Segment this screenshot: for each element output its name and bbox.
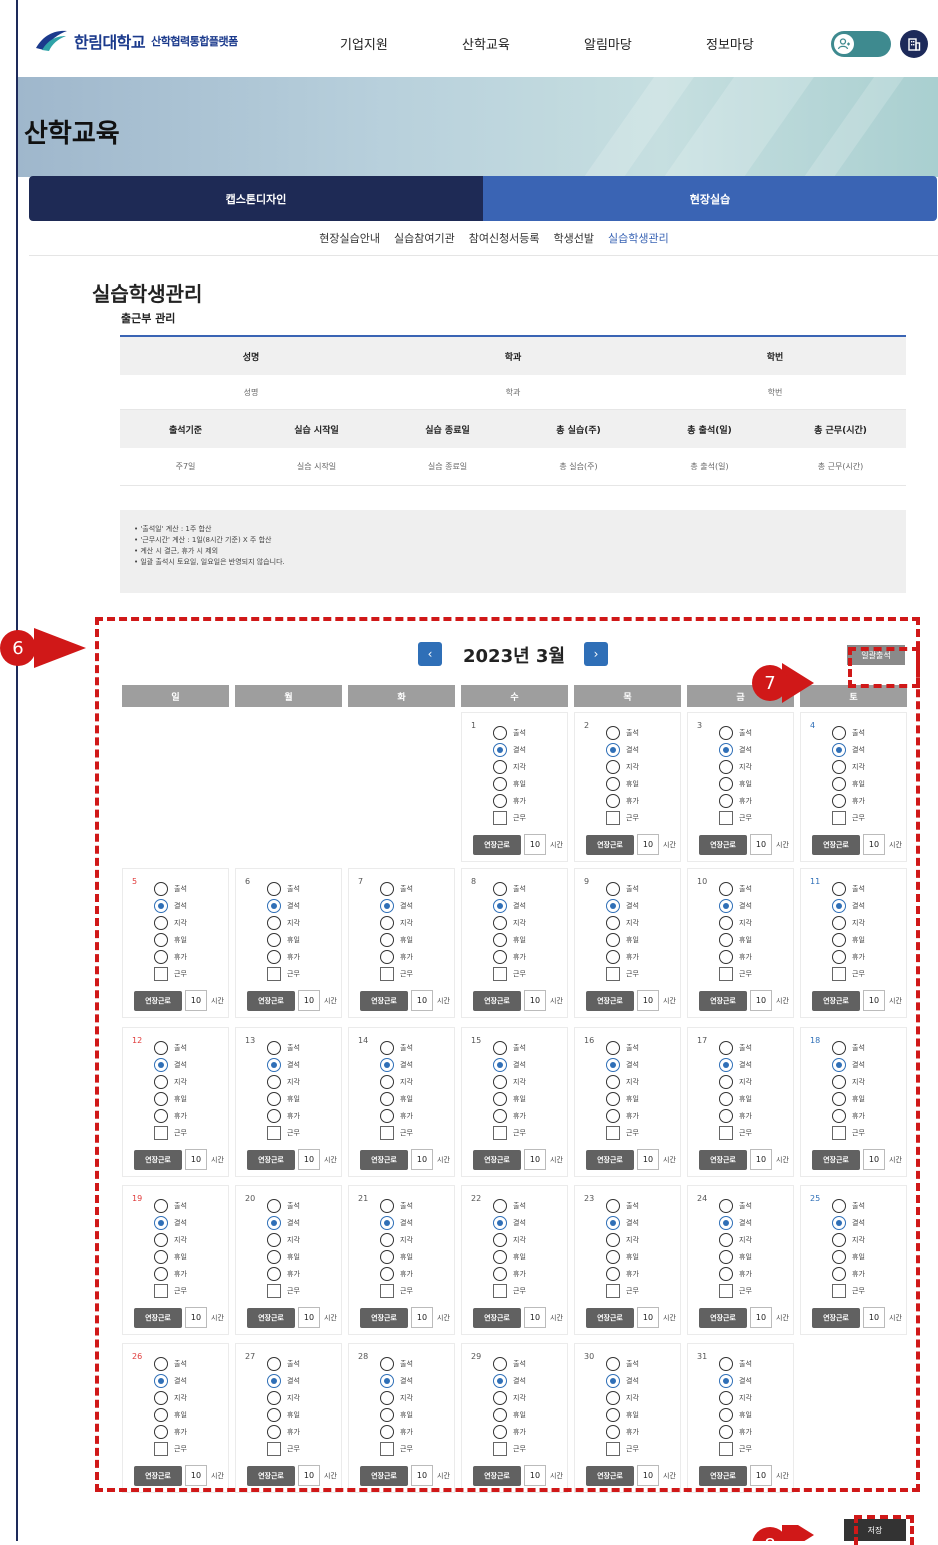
logo-platform: 산학협력통합플랫폼 [151,35,238,48]
page: 한림대학교 산학협력통합플랫폼 기업지원 산학교육 알림마당 정보마당 산학교육… [0,0,938,1545]
header-cell: 총 출석(일) [687,425,732,436]
summary-value-row: 주7일 실습 시작일 실습 종료일 총 실습(주) 총 출석(일) 총 근무(시… [120,448,906,486]
header-cell: 출석기준 [168,425,203,436]
banner-title: 산학교육 [24,119,120,149]
logo-university: 한림대학교 [74,33,146,52]
value-cell: 학번 [767,387,783,397]
nav-item-info[interactable]: 정보마당 [706,34,754,53]
annotation-badge-6: 6 [0,628,86,668]
page-banner: 산학교육 [18,77,938,177]
nav-item-education[interactable]: 산학교육 [462,34,510,53]
note-line: • 계산 시 결근, 휴가 시 제외 [134,547,219,555]
value-cell: 주7일 [175,462,196,471]
tab-field-practice[interactable]: 현장실습 [483,176,937,221]
annotation-badge-8: 8 [752,1525,814,1541]
subnav-selection[interactable]: 학생선발 [554,230,594,246]
value-cell: 실습 종료일 [427,462,468,471]
annotation-badge-7: 7 [752,663,814,703]
tab-capstone[interactable]: 캡스톤디자인 [29,176,483,221]
page-title: 실습학생관리 [92,282,203,306]
value-cell: 학과 [505,387,521,397]
user-icon [833,33,855,55]
subnav-student-management[interactable]: 실습학생관리 [608,230,669,246]
student-value-row: 성명 학과 학번 [120,375,906,410]
header-cell: 성명 [242,352,260,363]
note-line: • 일괄 출석시 토요일, 일요일은 반영되지 않습니다. [134,558,285,566]
user-toggle[interactable] [831,31,891,57]
note-line: • '근무시간' 계산 : 1일(8시간 기준) X 주 합산 [134,536,272,544]
nav-item-business[interactable]: 기업지원 [340,34,388,53]
value-cell: 총 근무(시간) [817,462,864,471]
value-cell: 총 출석(일) [690,462,729,471]
student-header-row: 성명 학과 학번 [120,337,906,375]
logo[interactable]: 한림대학교 산학협력통합플랫폼 [34,26,238,56]
nav-item-notice[interactable]: 알림마당 [584,34,632,53]
header-cell: 실습 시작일 [294,425,339,436]
header-cell: 실습 종료일 [425,425,470,436]
value-cell: 총 실습(주) [559,462,598,471]
tab-bar: 캡스톤디자인 현장실습 [29,176,937,221]
logo-mark-icon [36,30,67,51]
header-cell: 총 근무(시간) [814,425,867,436]
subnav-application[interactable]: 참여신청서등록 [469,230,540,246]
subnav-institutions[interactable]: 실습참여기관 [394,230,455,246]
global-header: 한림대학교 산학협력통합플랫폼 기업지원 산학교육 알림마당 정보마당 [18,0,938,77]
header-cell: 총 실습(주) [556,425,601,436]
summary-header-row: 출석기준 실습 시작일 실습 종료일 총 실습(주) 총 출석(일) 총 근무(… [120,410,906,448]
note-line: • '출석일' 계산 : 1주 합산 [134,525,212,533]
info-table: 성명 학과 학번 성명 학과 학번 출석기준 실습 시작일 실습 종료일 총 실… [120,335,906,486]
header-cell: 학번 [766,352,784,363]
subnav-guide[interactable]: 현장실습안내 [319,230,380,246]
header-cell: 학과 [504,352,522,363]
building-icon[interactable] [900,30,928,58]
annotation-box-calendar [95,617,920,1492]
annotation-box-bulk [848,647,920,688]
page-subtitle: 출근부 관리 [121,312,176,325]
notes-box: • '출석일' 계산 : 1주 합산 • '근무시간' 계산 : 1일(8시간 … [120,510,906,593]
value-cell: 실습 시작일 [296,462,337,471]
value-cell: 성명 [243,387,259,397]
sub-navigation: 현장실습안내 실습참여기관 참여신청서등록 학생선발 실습학생관리 [0,230,938,246]
divider [29,255,938,256]
